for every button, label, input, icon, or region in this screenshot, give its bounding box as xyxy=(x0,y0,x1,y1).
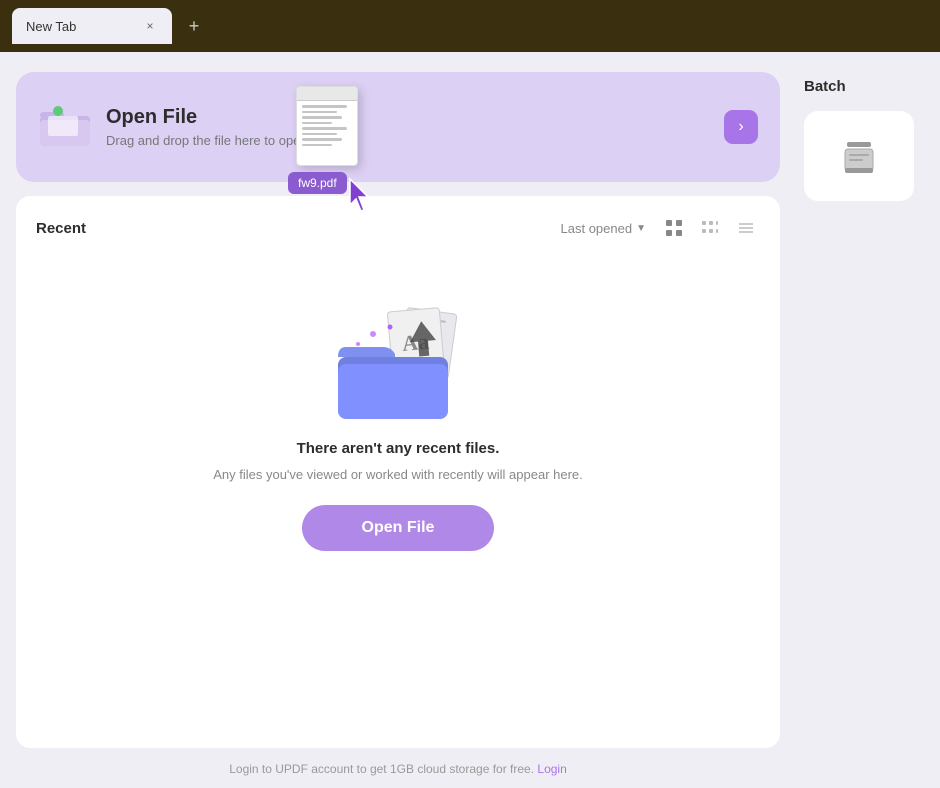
tab-bar: New Tab × + xyxy=(0,0,940,52)
list-view-toggle[interactable] xyxy=(696,214,724,242)
open-file-text: Open File Drag and drop the file here to… xyxy=(106,106,710,148)
recent-filter-dropdown[interactable]: Last opened ▼ xyxy=(561,221,646,236)
pdf-line xyxy=(302,127,347,130)
more-options-button[interactable] xyxy=(732,214,760,242)
empty-state: Aa xyxy=(36,262,760,485)
filter-arrow-icon: ▼ xyxy=(636,223,646,234)
filter-label: Last opened xyxy=(561,221,633,236)
tab-label: New Tab xyxy=(26,19,76,34)
grid-view-toggle[interactable] xyxy=(660,214,688,242)
pdf-line xyxy=(302,122,332,125)
recent-title: Recent xyxy=(36,220,561,237)
file-tooltip: fw9.pdf xyxy=(288,172,347,194)
cursor-arrow-icon xyxy=(346,177,374,213)
open-file-button[interactable]: Open File xyxy=(302,505,495,551)
batch-label: Batch xyxy=(794,78,846,95)
empty-state-title: There aren't any recent files. xyxy=(297,440,500,457)
pdf-header xyxy=(297,87,357,101)
open-file-title: Open File xyxy=(106,106,710,129)
footer-text: Login to UPDF account to get 1GB cloud s… xyxy=(229,762,534,776)
drag-pdf-preview xyxy=(296,86,358,166)
pdf-line xyxy=(302,133,337,136)
recent-header: Recent Last opened ▼ xyxy=(36,214,760,242)
main-content: Open File Drag and drop the file here to… xyxy=(0,52,940,788)
open-file-arrow-button[interactable]: › xyxy=(724,110,758,144)
empty-state-subtitle: Any files you've viewed or worked with r… xyxy=(213,465,583,485)
pdf-body xyxy=(297,101,357,153)
recent-panel: Recent Last opened ▼ xyxy=(16,196,780,748)
pdf-line xyxy=(302,116,342,119)
open-file-subtitle: Drag and drop the file here to open xyxy=(106,133,710,148)
right-sidebar: Batch xyxy=(794,72,924,788)
center-column: Open File Drag and drop the file here to… xyxy=(16,72,780,788)
open-file-button-wrap: Open File xyxy=(36,485,760,561)
pdf-line xyxy=(302,105,347,108)
tab-new-tab[interactable]: New Tab × xyxy=(12,8,172,44)
pdf-line xyxy=(302,144,332,147)
batch-stack-icon xyxy=(837,134,881,178)
batch-icon-card[interactable] xyxy=(804,111,914,201)
empty-folder-illustration: Aa xyxy=(318,292,478,422)
view-toggle-group xyxy=(660,214,760,242)
new-tab-button[interactable]: + xyxy=(180,12,208,40)
folder-icon xyxy=(38,104,92,150)
tab-close-button[interactable]: × xyxy=(142,18,158,34)
pdf-line xyxy=(302,138,342,141)
pdf-line xyxy=(302,111,337,114)
footer: Login to UPDF account to get 1GB cloud s… xyxy=(16,762,780,788)
open-file-card[interactable]: Open File Drag and drop the file here to… xyxy=(16,72,780,182)
footer-login-link[interactable]: Login xyxy=(537,762,566,776)
